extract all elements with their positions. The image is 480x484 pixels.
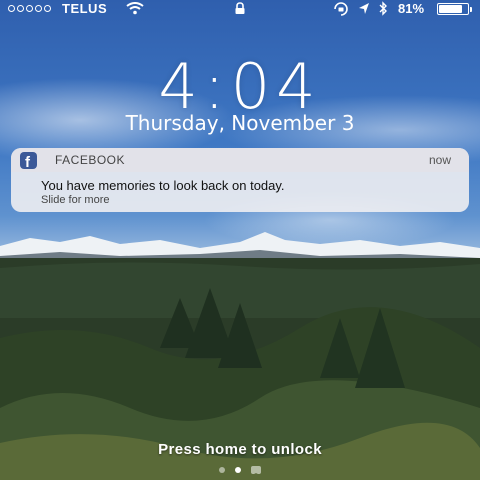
notification-card[interactable]: f FACEBOOK now You have memories to look…	[11, 148, 469, 212]
carrier-name: TELUS	[62, 1, 108, 16]
status-bar: TELUS 81%	[0, 0, 480, 18]
notification-message: You have memories to look back on today.	[41, 178, 285, 193]
lock-icon	[234, 2, 246, 20]
page-dot[interactable]	[219, 467, 225, 473]
clock-date: Thursday, November 3	[125, 111, 355, 135]
page-indicator	[0, 466, 480, 478]
page-dot-active[interactable]	[235, 467, 241, 473]
battery-icon	[437, 3, 472, 15]
bluetooth-icon	[378, 1, 388, 21]
notification-header: f FACEBOOK now	[11, 148, 469, 172]
signal-strength-icon	[8, 5, 51, 12]
facebook-icon: f	[20, 152, 37, 171]
camera-icon[interactable]	[251, 466, 261, 478]
wifi-icon	[126, 2, 144, 20]
notification-time: now	[428, 153, 451, 167]
notification-app-name: FACEBOOK	[55, 153, 126, 167]
rotation-lock-icon	[333, 1, 349, 22]
battery-percent: 81%	[398, 1, 425, 16]
unlock-hint: Press home to unlock	[158, 441, 322, 458]
location-icon	[358, 2, 370, 20]
battery-fill	[439, 5, 462, 13]
notification-action-hint: Slide for more	[41, 194, 110, 206]
